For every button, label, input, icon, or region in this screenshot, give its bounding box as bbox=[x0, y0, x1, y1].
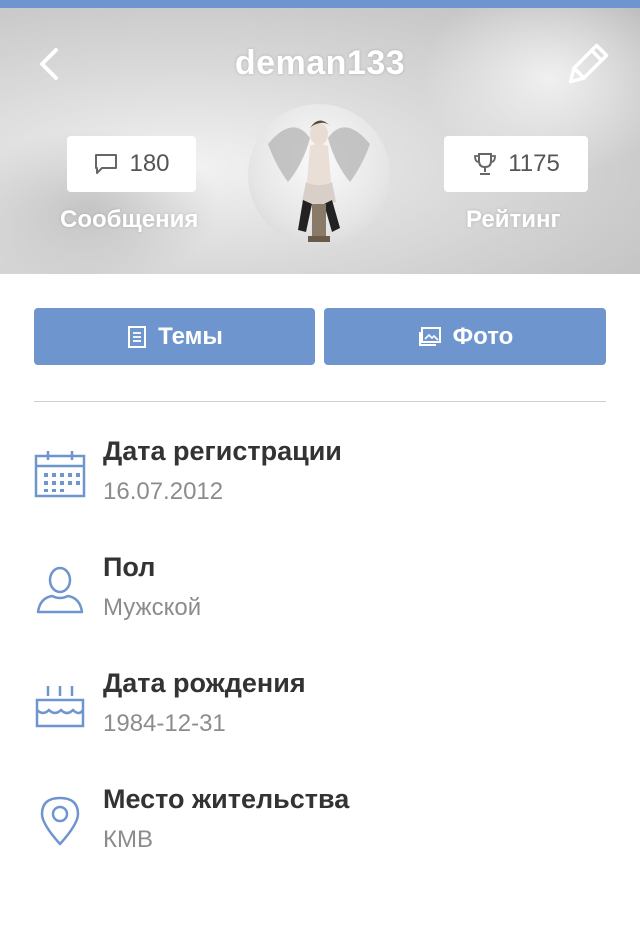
info-row-gender: Пол Мужской bbox=[34, 552, 606, 642]
profile-header: deman133 180 Сообщения 1175 Рейтинг bbox=[0, 8, 640, 274]
pencil-icon bbox=[568, 43, 609, 84]
info-label: Дата рождения bbox=[103, 668, 306, 698]
photos-button-label: Фото bbox=[452, 322, 514, 350]
document-icon bbox=[128, 325, 147, 348]
info-label: Место жительства bbox=[103, 784, 350, 814]
info-row-residence: Место жительства КМВ bbox=[34, 784, 606, 874]
avatar[interactable] bbox=[248, 104, 390, 246]
image-gallery-icon bbox=[418, 326, 441, 346]
user-icon bbox=[36, 566, 84, 614]
rating-count: 1175 bbox=[508, 150, 560, 177]
avatar-illustration bbox=[268, 120, 370, 242]
info-value: 1984-12-31 bbox=[103, 710, 226, 737]
calendar-icon bbox=[34, 451, 86, 498]
photos-button[interactable]: Фото bbox=[324, 308, 606, 365]
speech-bubble-icon bbox=[95, 154, 118, 174]
topics-button[interactable]: Темы bbox=[34, 308, 315, 365]
edit-profile-button[interactable] bbox=[562, 42, 610, 90]
messages-count-button[interactable]: 180 bbox=[67, 136, 196, 192]
info-label: Пол bbox=[103, 552, 156, 582]
messages-label: Сообщения bbox=[60, 206, 199, 233]
birthday-cake-icon bbox=[35, 686, 85, 728]
info-value: 16.07.2012 bbox=[103, 478, 224, 505]
info-row-registration-date: Дата регистрации 16.07.2012 bbox=[34, 436, 606, 526]
info-label: Дата регистрации bbox=[103, 436, 342, 466]
info-row-birth-date: Дата рождения 1984-12-31 bbox=[34, 668, 606, 758]
info-value: Мужской bbox=[103, 594, 202, 621]
profile-username: deman133 bbox=[234, 44, 406, 82]
section-divider bbox=[34, 401, 606, 402]
topics-button-label: Темы bbox=[158, 322, 223, 350]
rating-label: Рейтинг bbox=[466, 206, 561, 233]
trophy-icon bbox=[474, 153, 497, 175]
info-value: КМВ bbox=[103, 826, 153, 853]
messages-count: 180 bbox=[129, 150, 170, 177]
location-pin-icon bbox=[40, 796, 80, 846]
status-accent-bar bbox=[0, 0, 640, 8]
rating-count-button[interactable]: 1175 bbox=[444, 136, 588, 192]
